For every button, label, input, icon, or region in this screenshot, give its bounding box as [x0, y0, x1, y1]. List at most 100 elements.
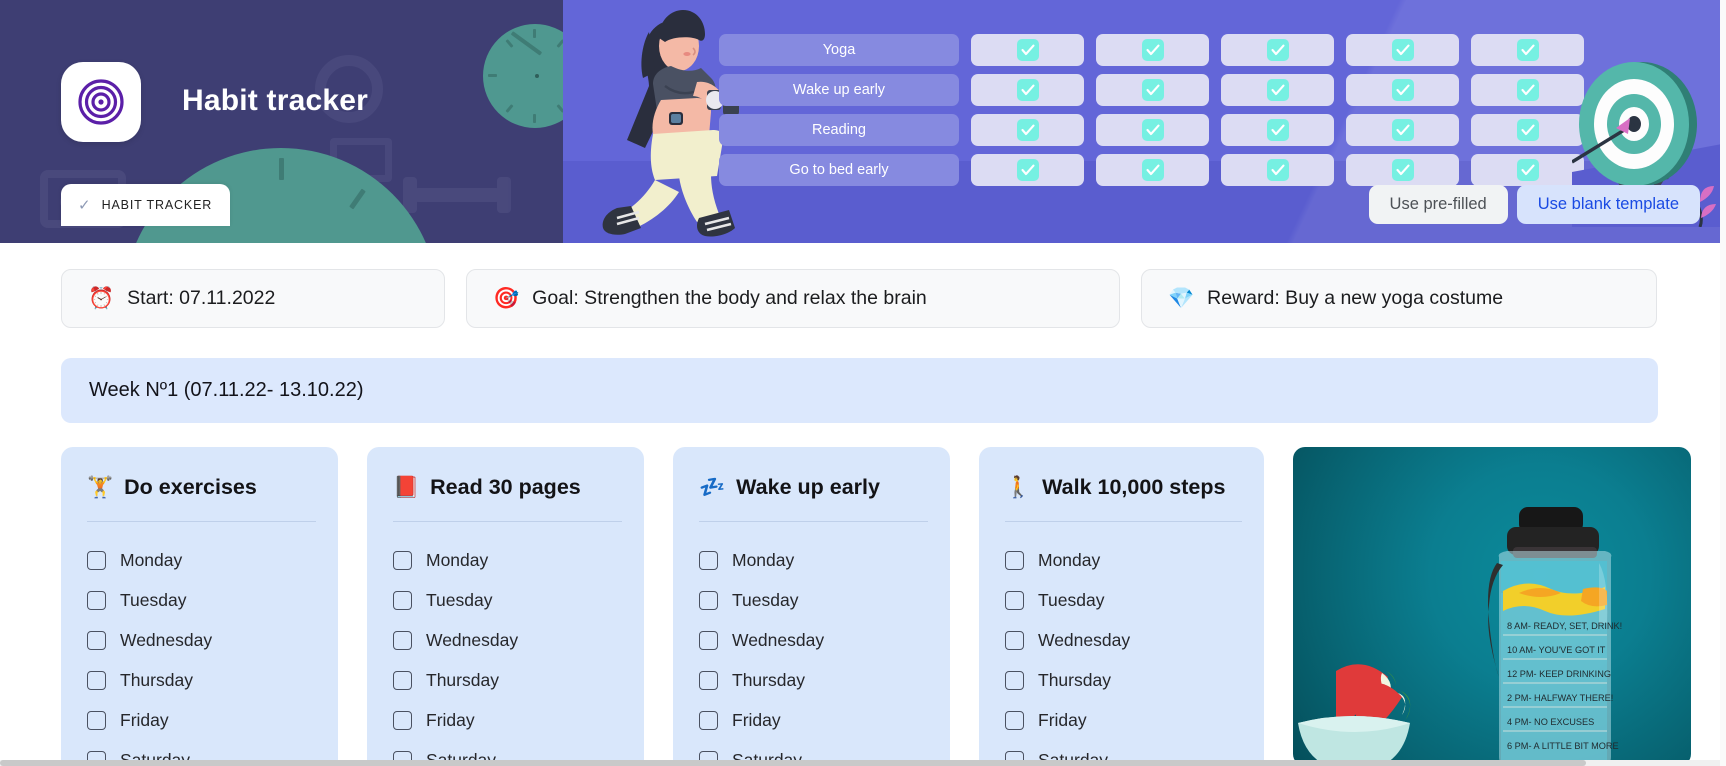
preview-cell[interactable] [1221, 154, 1334, 186]
check-icon[interactable] [1266, 79, 1289, 101]
day-checkbox[interactable] [1005, 710, 1024, 730]
check-icon[interactable] [1516, 79, 1539, 101]
habit-card-walk-10000-steps: 🚶 Walk 10,000 steps Monday Tuesday Wedne… [979, 447, 1264, 766]
preview-cell[interactable] [1096, 114, 1209, 146]
list-item: Tuesday [1005, 580, 1240, 620]
preview-cell[interactable] [971, 34, 1084, 66]
preview-row: Go to bed early [719, 154, 1584, 186]
preview-row-label: Wake up early [719, 74, 959, 106]
day-label: Monday [1038, 549, 1101, 570]
day-checkbox[interactable] [699, 670, 718, 690]
check-icon[interactable] [1391, 39, 1414, 61]
day-checkbox[interactable] [1005, 590, 1024, 610]
horizontal-scrollbar[interactable] [0, 760, 1726, 766]
divider [699, 521, 928, 522]
info-card-goal[interactable]: 🎯 Goal: Strengthen the body and relax th… [466, 269, 1120, 328]
check-icon[interactable] [1141, 119, 1164, 141]
day-checkbox[interactable] [87, 630, 106, 650]
day-checkbox[interactable] [393, 710, 412, 730]
list-item: Tuesday [699, 580, 926, 620]
preview-cell[interactable] [1096, 74, 1209, 106]
info-card-start[interactable]: ⏰ Start: 07.11.2022 [61, 269, 445, 328]
person-walking-icon: 🚶 [1005, 476, 1032, 499]
check-icon[interactable] [1016, 159, 1039, 181]
day-checkbox[interactable] [393, 670, 412, 690]
day-checkbox[interactable] [1005, 670, 1024, 690]
preview-cell[interactable] [1096, 34, 1209, 66]
list-item: Monday [393, 540, 620, 580]
day-checkbox[interactable] [699, 590, 718, 610]
day-checkbox[interactable] [87, 710, 106, 730]
day-label: Tuesday [1038, 589, 1105, 610]
list-item: Thursday [393, 660, 620, 700]
water-bottle-photo: 8 AM- READY, SET, DRINK! 10 AM- YOU'VE G… [1293, 447, 1691, 766]
svg-text:12 PM- KEEP DRINKING: 12 PM- KEEP DRINKING [1507, 669, 1611, 679]
preview-cell[interactable] [1346, 154, 1459, 186]
preview-cell[interactable] [1346, 74, 1459, 106]
info-card-reward[interactable]: 💎 Reward: Buy a new yoga costume [1141, 269, 1657, 328]
habit-card-title: Walk 10,000 steps [1042, 475, 1226, 499]
page-title: Habit tracker [182, 84, 369, 117]
day-checkbox[interactable] [1005, 550, 1024, 570]
preview-cell[interactable] [1471, 154, 1584, 186]
preview-cell[interactable] [971, 74, 1084, 106]
day-checkbox[interactable] [393, 590, 412, 610]
preview-cell[interactable] [1096, 154, 1209, 186]
check-icon[interactable] [1266, 119, 1289, 141]
day-label: Monday [732, 549, 795, 570]
day-checkbox[interactable] [87, 590, 106, 610]
preview-row-label: Reading [719, 114, 959, 146]
use-blank-template-button[interactable]: Use blank template [1516, 185, 1700, 224]
day-checkbox[interactable] [393, 550, 412, 570]
right-edge-gutter [1720, 0, 1726, 766]
day-checkbox[interactable] [1005, 630, 1024, 650]
day-checkbox[interactable] [699, 710, 718, 730]
check-icon[interactable] [1016, 79, 1039, 101]
check-icon[interactable] [1016, 39, 1039, 61]
check-icon[interactable] [1141, 39, 1164, 61]
preview-cell[interactable] [1221, 34, 1334, 66]
check-icon[interactable] [1141, 79, 1164, 101]
preview-cell[interactable] [1346, 34, 1459, 66]
preview-cell[interactable] [1471, 74, 1584, 106]
check-icon[interactable] [1516, 39, 1539, 61]
scrollbar-thumb[interactable] [0, 760, 1586, 766]
check-icon: ✓ [78, 196, 91, 214]
check-icon[interactable] [1266, 39, 1289, 61]
day-label: Tuesday [426, 589, 493, 610]
day-checkbox[interactable] [393, 630, 412, 650]
preview-cell[interactable] [1221, 114, 1334, 146]
day-checkbox[interactable] [87, 670, 106, 690]
check-icon[interactable] [1391, 159, 1414, 181]
preview-cell[interactable] [971, 154, 1084, 186]
habit-card-read-30-pages: 📕 Read 30 pages Monday Tuesday Wednesday… [367, 447, 644, 766]
day-checkbox[interactable] [699, 550, 718, 570]
habit-card-header: 📕 Read 30 pages [393, 475, 620, 521]
preview-cell[interactable] [1471, 114, 1584, 146]
check-icon[interactable] [1016, 119, 1039, 141]
check-icon[interactable] [1516, 159, 1539, 181]
preview-cell[interactable] [1346, 114, 1459, 146]
gem-icon: 💎 [1168, 287, 1195, 310]
preview-cell[interactable] [1471, 34, 1584, 66]
check-icon[interactable] [1391, 79, 1414, 101]
preview-row-label: Yoga [719, 34, 959, 66]
preview-cell[interactable] [971, 114, 1084, 146]
list-item: Monday [1005, 540, 1240, 580]
day-label: Tuesday [120, 589, 187, 610]
check-icon[interactable] [1391, 119, 1414, 141]
day-checkbox[interactable] [699, 630, 718, 650]
tab-habit-tracker[interactable]: ✓ HABIT TRACKER [61, 184, 230, 226]
day-label: Monday [120, 549, 183, 570]
info-cards-row: ⏰ Start: 07.11.2022 🎯 Goal: Strengthen t… [61, 269, 1657, 328]
check-icon[interactable] [1266, 159, 1289, 181]
day-checkbox[interactable] [87, 550, 106, 570]
habit-card-title: Read 30 pages [430, 475, 581, 499]
dart-icon: 🎯 [493, 287, 520, 310]
list-item: Friday [699, 700, 926, 740]
preview-cell[interactable] [1221, 74, 1334, 106]
check-icon[interactable] [1516, 119, 1539, 141]
check-icon[interactable] [1141, 159, 1164, 181]
app-logo [61, 62, 141, 142]
use-pre-filled-button[interactable]: Use pre-filled [1368, 185, 1508, 224]
